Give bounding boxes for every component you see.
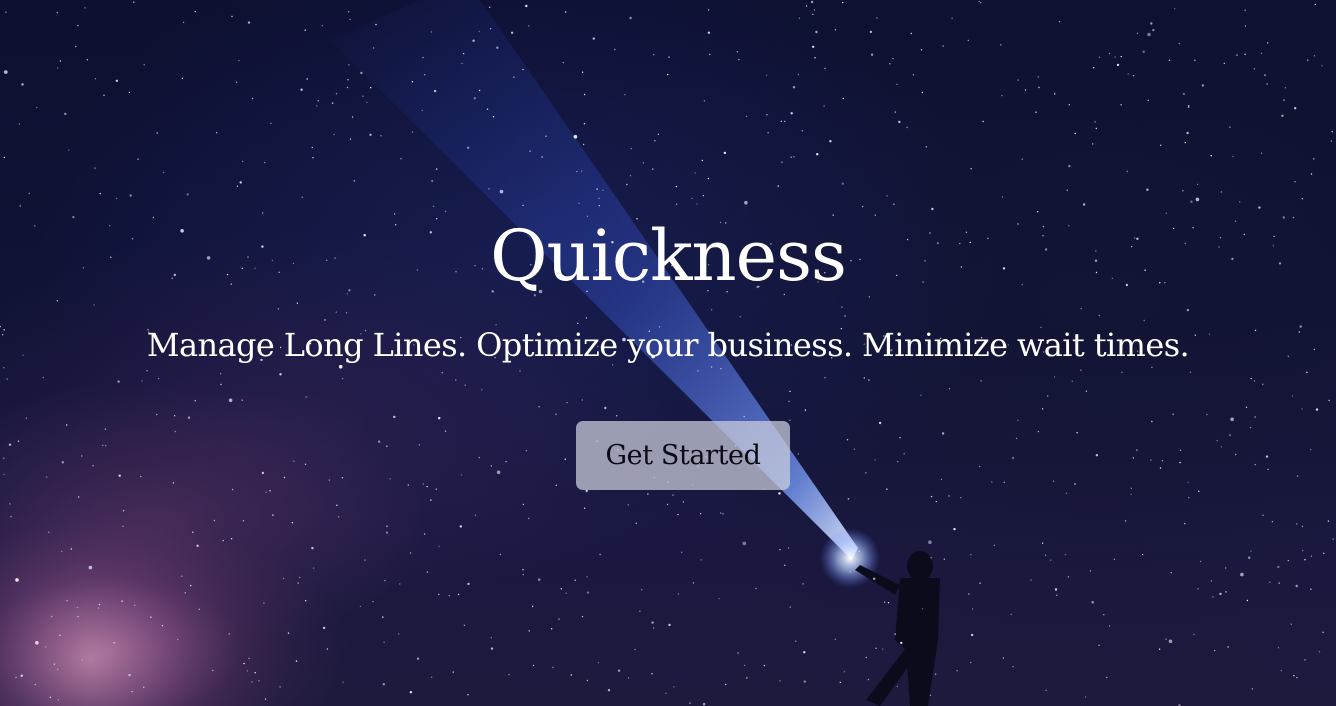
get-started-button[interactable]: Get Started	[576, 421, 790, 490]
page-title: Quickness	[490, 215, 847, 297]
hero-content: Quickness Manage Long Lines. Optimize yo…	[0, 0, 1336, 706]
hero-tagline: Manage Long Lines. Optimize your busines…	[146, 326, 1190, 364]
hero-section: Quickness Manage Long Lines. Optimize yo…	[0, 0, 1336, 706]
